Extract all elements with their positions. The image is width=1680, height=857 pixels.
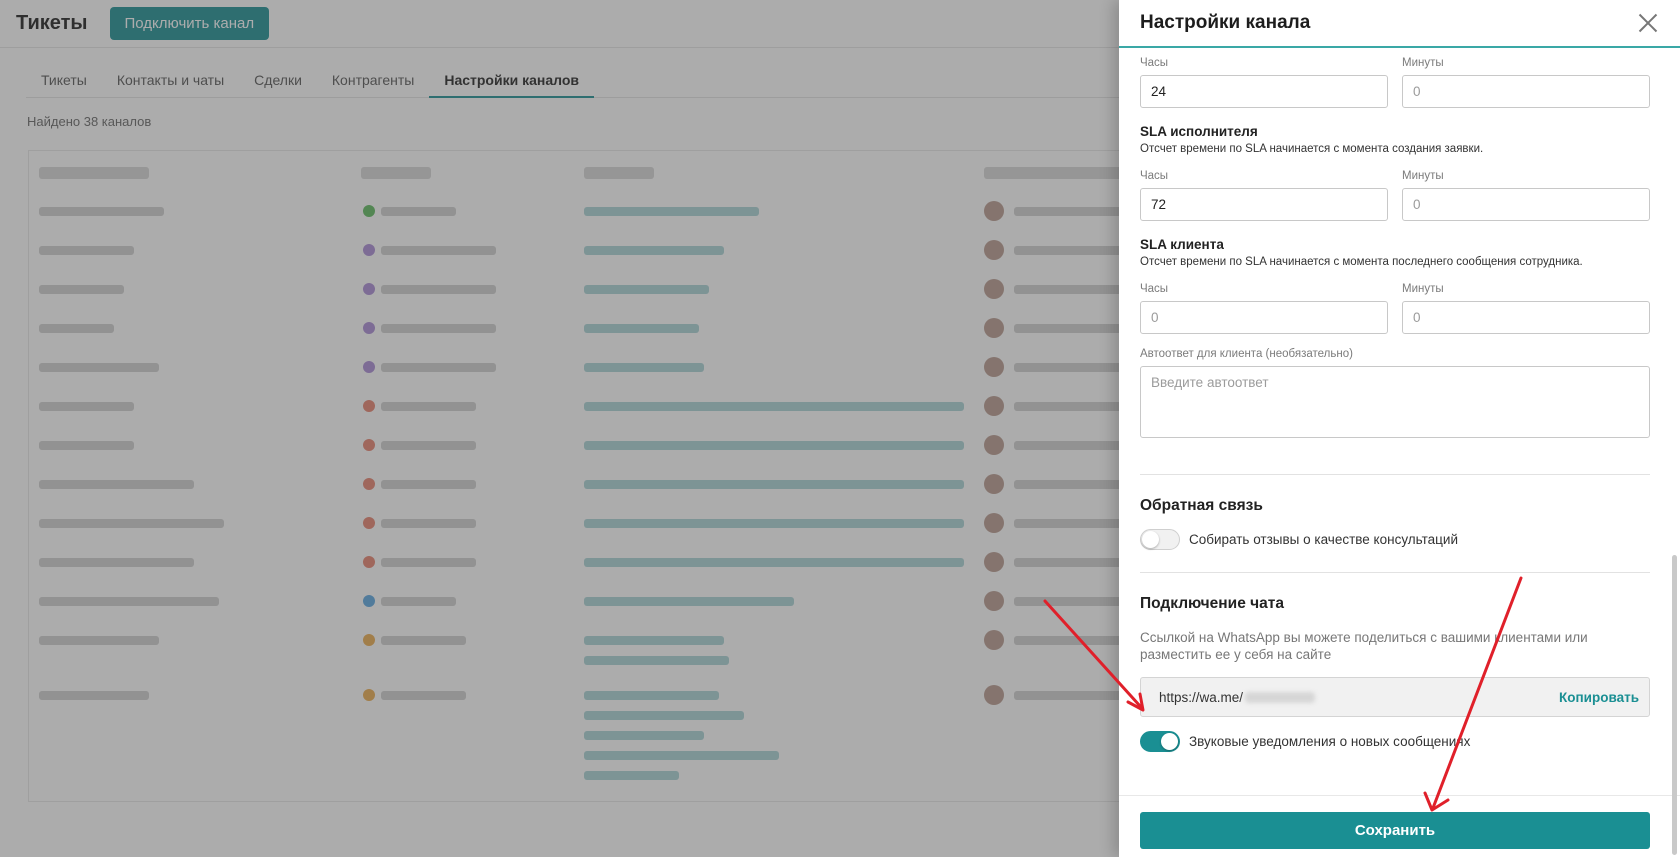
toggle-knob	[1142, 531, 1159, 548]
autoreply-label: Автоответ для клиента (необязательно)	[1140, 348, 1353, 360]
minutes-input[interactable]: 0	[1402, 75, 1650, 108]
feedback-toggle-row: Собирать отзывы о качестве консультаций	[1140, 529, 1650, 550]
footer-divider	[1119, 795, 1680, 796]
executor-hours-input[interactable]: 72	[1140, 188, 1388, 221]
hours-input[interactable]: 24	[1140, 75, 1388, 108]
close-icon[interactable]	[1638, 13, 1658, 33]
divider	[1140, 572, 1650, 573]
sla-client-note: Отсчет времени по SLA начинается с момен…	[1140, 256, 1583, 268]
autoreply-textarea[interactable]: Введите автоответ	[1140, 366, 1650, 438]
sla-client-fields: Часы 0 Минуты 0	[1140, 283, 1650, 334]
client-hours-input[interactable]: 0	[1140, 301, 1388, 334]
save-button[interactable]: Сохранить	[1140, 812, 1650, 849]
drawer-header: Настройки канала	[1119, 0, 1680, 48]
drawer-body: Часы 24 Минуты 0 SLA исполнителя Отсчет …	[1140, 50, 1650, 752]
copy-button[interactable]: Копировать	[1559, 690, 1639, 705]
feedback-title: Обратная связь	[1140, 497, 1263, 514]
whatsapp-link[interactable]: https://wa.me/	[1159, 690, 1316, 705]
whatsapp-link-field: https://wa.me/ Копировать	[1140, 677, 1650, 717]
sla-executor-title: SLA исполнителя	[1140, 124, 1258, 139]
feedback-toggle[interactable]	[1140, 529, 1180, 550]
executor-minutes-input[interactable]: 0	[1402, 188, 1650, 221]
sound-toggle[interactable]	[1140, 731, 1180, 752]
feedback-toggle-label: Собирать отзывы о качестве консультаций	[1189, 532, 1458, 547]
hours-label: Часы	[1140, 57, 1169, 69]
drawer-title: Настройки канала	[1140, 12, 1311, 33]
sla-executor-note: Отсчет времени по SLA начинается с момен…	[1140, 143, 1484, 155]
minutes-label: Минуты	[1402, 57, 1444, 69]
hours-label: Часы	[1140, 170, 1169, 182]
divider	[1140, 474, 1650, 475]
sla-executor-fields: Часы 72 Минуты 0	[1140, 170, 1650, 221]
chat-connect-help: Ссылкой на WhatsApp вы можете поделиться…	[1140, 630, 1588, 662]
sla-client-section: SLA клиента Отсчет времени по SLA начина…	[1140, 237, 1650, 268]
channel-settings-drawer: Настройки канала Часы 24 Минуты 0 SLA ис…	[1119, 0, 1680, 857]
sound-toggle-label: Звуковые уведомления о новых сообщениях	[1189, 734, 1471, 749]
drawer-scrollbar[interactable]	[1672, 555, 1677, 855]
sla-reaction-fields: Часы 24 Минуты 0	[1140, 57, 1650, 108]
toggle-knob	[1161, 733, 1178, 750]
minutes-label: Минуты	[1402, 283, 1444, 295]
client-minutes-input[interactable]: 0	[1402, 301, 1650, 334]
sla-client-title: SLA клиента	[1140, 237, 1224, 252]
sla-executor-section: SLA исполнителя Отсчет времени по SLA на…	[1140, 124, 1650, 155]
sound-toggle-row: Звуковые уведомления о новых сообщениях	[1140, 731, 1650, 752]
chat-connect-title: Подключение чата	[1140, 595, 1284, 612]
hours-label: Часы	[1140, 283, 1169, 295]
minutes-label: Минуты	[1402, 170, 1444, 182]
autoreply-section: Автоответ для клиента (необязательно) Вв…	[1140, 348, 1650, 438]
